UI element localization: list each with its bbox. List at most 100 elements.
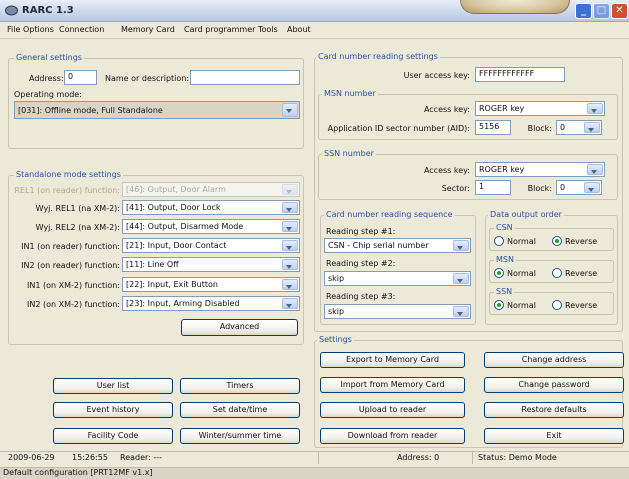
ssn-access-key-value: ROGER key xyxy=(479,165,525,174)
status-time: 15:26:55 xyxy=(72,453,108,462)
advanced-button[interactable]: Advanced xyxy=(181,319,298,336)
rel1-reader-select[interactable]: [46]: Output, Door Alarm xyxy=(122,182,300,197)
window-title: RARC 1.3 xyxy=(22,5,74,16)
facility-code-button[interactable]: Facility Code xyxy=(53,428,173,444)
csn-normal-radio[interactable] xyxy=(494,236,504,246)
set-datetime-button[interactable]: Set date/time xyxy=(180,402,300,418)
chevron-down-icon xyxy=(282,202,298,213)
rel1-reader-value: [46]: Output, Door Alarm xyxy=(126,185,226,194)
user-list-button[interactable]: User list xyxy=(53,378,173,394)
operating-mode-select[interactable]: [031]: Offline mode, Full Standalone xyxy=(14,101,300,119)
rel1-xm2-select[interactable]: [41]: Output, Door Lock xyxy=(122,200,300,215)
chevron-down-icon xyxy=(282,103,298,117)
msn-normal-radio[interactable] xyxy=(494,268,504,278)
menu-tools[interactable]: Tools xyxy=(258,25,278,34)
rel2-xm2-value: [44]: Output, Disarmed Mode xyxy=(126,222,244,231)
chevron-down-icon xyxy=(282,184,298,195)
in2-reader-select[interactable]: [11]: Line Off xyxy=(122,257,300,272)
menu-connection[interactable]: Connection xyxy=(59,25,104,34)
in1-reader-value: [21]: Input, Door Contact xyxy=(126,241,227,250)
step3-select[interactable]: skip xyxy=(324,304,471,319)
menu-options[interactable]: Options xyxy=(23,25,54,34)
menu-memory-card[interactable]: Memory Card xyxy=(121,25,175,34)
upload-to-reader-button[interactable]: Upload to reader xyxy=(320,402,465,418)
chevron-down-icon xyxy=(587,103,603,114)
name-input[interactable] xyxy=(190,70,300,85)
msn-access-key-value: ROGER key xyxy=(479,104,525,113)
sector-input[interactable]: 1 xyxy=(475,180,511,195)
msn-access-key-select[interactable]: ROGER key xyxy=(475,101,605,116)
ssn-block-label: Block: xyxy=(527,184,552,193)
config-info: Default configuration [PRT12MF v1.x] xyxy=(3,468,153,477)
menu-about[interactable]: About xyxy=(287,25,311,34)
event-history-button[interactable]: Event history xyxy=(53,402,173,418)
step2-label: Reading step #2: xyxy=(326,259,396,268)
import-memory-card-button[interactable]: Import from Memory Card xyxy=(320,377,465,393)
chevron-down-icon xyxy=(453,240,469,251)
change-address-button[interactable]: Change address xyxy=(484,352,624,368)
winter-summer-button[interactable]: Winter/summer time xyxy=(180,428,300,444)
ssn-order-label: SSN xyxy=(494,287,515,296)
menu-card-programmer[interactable]: Card programmer xyxy=(184,25,255,34)
csn-reverse-radio[interactable] xyxy=(552,236,562,246)
msn-number-label: MSN number xyxy=(322,89,378,98)
restore-defaults-button[interactable]: Restore defaults xyxy=(484,402,624,418)
ssn-reverse-radio[interactable] xyxy=(552,300,562,310)
in2-xm2-select[interactable]: [23]: Input, Arming Disabled xyxy=(122,296,300,311)
download-from-reader-button[interactable]: Download from reader xyxy=(320,428,465,444)
address-input[interactable]: 0 xyxy=(64,70,97,85)
ssn-block-select[interactable]: 0 xyxy=(556,180,602,195)
export-memory-card-button[interactable]: Export to Memory Card xyxy=(320,352,465,368)
ssn-normal-radio[interactable] xyxy=(494,300,504,310)
operating-mode-value: [031]: Offline mode, Full Standalone xyxy=(18,106,163,115)
timers-button[interactable]: Timers xyxy=(180,378,300,394)
in2-xm2-label: IN2 (on XM-2) function: xyxy=(26,300,120,309)
in1-reader-label: IN1 (on reader) function: xyxy=(21,242,120,251)
csn-reverse-label: Reverse xyxy=(565,237,598,246)
maximize-button[interactable]: □ xyxy=(593,3,610,19)
rel1-reader-label: REL1 (on reader) function: xyxy=(14,186,120,195)
status-mode: Status: Demo Mode xyxy=(478,453,557,462)
msn-reverse-label: Reverse xyxy=(565,269,598,278)
rel2-xm2-select[interactable]: [44]: Output, Disarmed Mode xyxy=(122,219,300,234)
in1-xm2-value: [22]: Input, Exit Button xyxy=(126,280,218,289)
user-access-key-input[interactable]: FFFFFFFFFFFF xyxy=(475,67,565,82)
msn-access-key-label: Access key: xyxy=(423,105,470,114)
chevron-down-icon xyxy=(584,182,600,193)
msn-block-label: Block: xyxy=(527,124,552,133)
chevron-down-icon xyxy=(282,240,298,251)
msn-block-select[interactable]: 0 xyxy=(556,120,602,135)
ssn-normal-label: Normal xyxy=(507,301,536,310)
settings-label: Settings xyxy=(317,335,354,344)
step1-select[interactable]: CSN - Chip serial number xyxy=(324,238,471,253)
msn-reverse-radio[interactable] xyxy=(552,268,562,278)
in1-xm2-label: IN1 (on XM-2) function: xyxy=(26,281,120,290)
chevron-down-icon xyxy=(282,279,298,290)
app-icon xyxy=(5,5,18,16)
chevron-down-icon xyxy=(282,298,298,309)
ssn-reverse-label: Reverse xyxy=(565,301,598,310)
close-button[interactable]: ✕ xyxy=(611,3,628,19)
step3-value: skip xyxy=(328,307,345,316)
ssn-block-value: 0 xyxy=(560,183,566,192)
step1-label: Reading step #1: xyxy=(326,227,396,236)
ssn-access-key-select[interactable]: ROGER key xyxy=(475,162,605,177)
operating-mode-label: Operating mode: xyxy=(14,90,82,99)
minimize-button[interactable]: _ xyxy=(575,3,592,19)
status-separator xyxy=(318,452,319,464)
step1-value: CSN - Chip serial number xyxy=(328,241,429,250)
ssn-number-label: SSN number xyxy=(322,149,376,158)
in1-xm2-select[interactable]: [22]: Input, Exit Button xyxy=(122,277,300,292)
chevron-down-icon xyxy=(453,306,469,317)
in1-reader-select[interactable]: [21]: Input, Door Contact xyxy=(122,238,300,253)
msn-order-label: MSN xyxy=(494,255,516,264)
menu-file[interactable]: File xyxy=(7,25,20,34)
step2-select[interactable]: skip xyxy=(324,271,471,286)
in2-reader-label: IN2 (on reader) function: xyxy=(21,261,120,270)
output-order-label: Data output order xyxy=(488,210,564,219)
standalone-settings-label: Standalone mode settings xyxy=(14,170,123,179)
change-password-button[interactable]: Change password xyxy=(484,377,624,393)
rel1-xm2-label: Wyj. REL1 (na XM-2): xyxy=(35,204,120,213)
exit-button[interactable]: Exit xyxy=(484,428,624,444)
aid-input[interactable]: 5156 xyxy=(475,120,511,135)
